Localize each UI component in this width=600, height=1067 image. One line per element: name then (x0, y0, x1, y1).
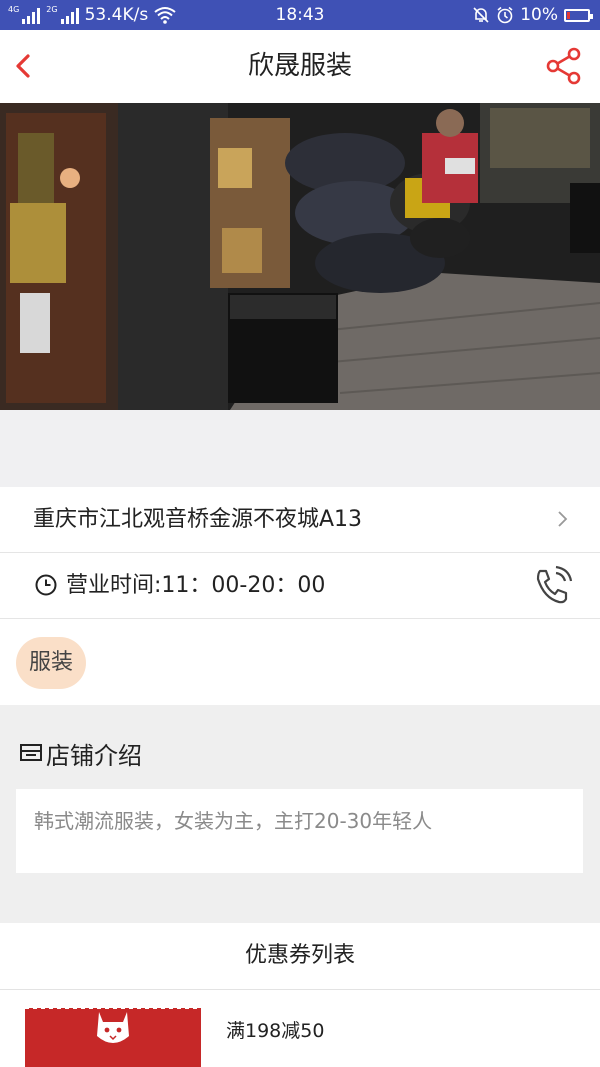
shop-hours: 营业时间:11：00-20：00 (66, 573, 326, 598)
coupon-item[interactable]: 满198减50 (0, 990, 600, 1067)
coupon-list-title: 优惠券列表 (0, 923, 600, 990)
tag-row: 服装 (0, 619, 600, 705)
section-spacer (0, 410, 600, 487)
battery-icon (564, 8, 593, 22)
page-title: 欣晟服装 (247, 51, 352, 81)
store-icon (20, 744, 42, 761)
clock-icon (35, 574, 57, 596)
alarm-icon (497, 6, 513, 24)
status-bar: 4G 2G 53.4K/s 18:43 10% (0, 0, 600, 30)
bell-off-icon (473, 7, 489, 23)
shop-intro-title: 店铺介绍 (46, 741, 142, 770)
shop-intro-header: 店铺介绍 (18, 735, 142, 771)
store-photo (0, 103, 600, 410)
shop-address: 重庆市江北观音桥金源不夜城A13 (33, 507, 363, 532)
coupon-image (25, 1008, 201, 1067)
battery-percent: 10% (520, 5, 558, 25)
hours-row: 营业时间:11：00-20：00 (0, 553, 600, 619)
shop-intro-box: 韩式潮流服装，女装为主，主打20-30年轻人 (16, 789, 583, 873)
share-icon[interactable] (544, 46, 584, 86)
category-tag[interactable]: 服装 (16, 637, 86, 689)
coupon-label: 满198减50 (226, 1020, 325, 1042)
store-photo-image (0, 103, 600, 410)
shop-intro-section: 店铺介绍 韩式潮流服装，女装为主，主打20-30年轻人 (0, 705, 600, 923)
chevron-right-icon (558, 511, 568, 527)
shop-intro-text: 韩式潮流服装，女装为主，主打20-30年轻人 (34, 809, 433, 833)
address-row[interactable]: 重庆市江北观音桥金源不夜城A13 (0, 487, 600, 553)
phone-icon[interactable] (530, 565, 574, 607)
app-header: 欣晟服装 (0, 30, 600, 103)
